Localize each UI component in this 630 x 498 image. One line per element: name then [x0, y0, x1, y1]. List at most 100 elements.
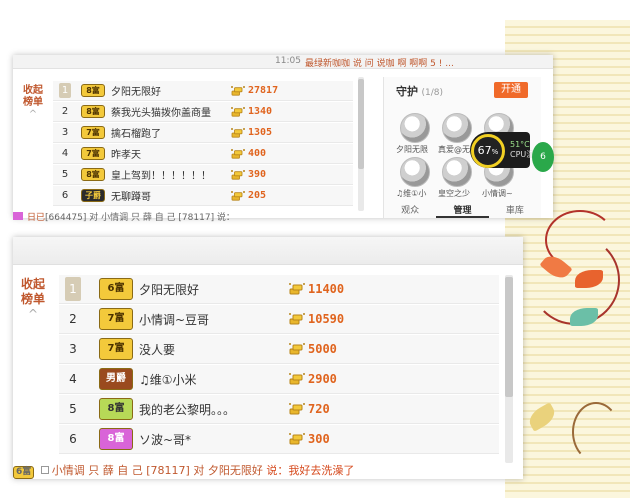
cpu-usage-gauge[interactable]: 67% [471, 134, 505, 168]
rank-amount: 390 [248, 169, 267, 180]
rank-amount: 27817 [248, 85, 279, 96]
decor-curl [572, 402, 620, 462]
chat-time: 11:05 [275, 56, 301, 66]
guard-tabs: 观众 管理 車库 [384, 204, 541, 218]
rank-badge: 8富 [99, 428, 133, 450]
rank-username[interactable]: 没人要 [139, 341, 289, 358]
rank-badge: 男爵 [99, 368, 133, 390]
chevron-up-icon: ^ [27, 307, 39, 321]
coin-icon [289, 343, 305, 355]
rank-number: 6 [69, 432, 77, 446]
rank-row[interactable]: 2 8富 蔡我光头猫拨你盖商量 1340 [53, 102, 353, 122]
rank-username[interactable]: 夕阳无限好 [139, 281, 289, 298]
tab-garage[interactable]: 車库 [489, 204, 541, 218]
guard-count: (1/8) [421, 88, 444, 98]
chat-line-text: 小情调 只 薛 自 己 [78117] 对 [51, 464, 205, 477]
coin-icon [231, 106, 245, 117]
rank-username[interactable]: 无聊蹲哥 [111, 188, 231, 203]
rank-badge: 7富 [81, 126, 105, 139]
coin-icon [231, 190, 245, 201]
rank-amount: 10590 [308, 312, 345, 326]
coin-icon [289, 403, 305, 415]
rank-number: 2 [61, 106, 69, 117]
rank-username[interactable]: 昨孝天 [111, 146, 231, 161]
rank-number: 1 [65, 277, 81, 301]
coin-icon [289, 433, 305, 445]
rank-badge: 7富 [99, 308, 133, 330]
rank-row[interactable]: 1 8富 夕阳无限好 27817 [53, 81, 353, 101]
collapse-list-button-2[interactable]: 收起 榜单 ^ [13, 277, 53, 322]
rank-row[interactable]: 3 7富 擒石榴跑了 1305 [53, 123, 353, 143]
coin-icon [289, 313, 305, 325]
rank-username[interactable]: ♫维①小米 [139, 371, 289, 388]
rank-row[interactable]: 6 8富 ソ波~哥* 300 [59, 425, 499, 454]
bottom-scrollbar-thumb[interactable] [505, 277, 513, 397]
collapse-label-2: 榜单 [23, 97, 43, 108]
collapse-label-1: 收起 [23, 85, 43, 96]
rank-amount: 5000 [308, 342, 337, 356]
guard-name-1: 夕阳无限 [396, 145, 428, 154]
rank-number: 5 [69, 402, 77, 416]
top-leaderboard-panel: 11:05 最绿新咖咖 说 问 说咖 啊 啊啊 5 ! ... 收起 榜单 ^ … [13, 55, 553, 223]
rank-amount: 2900 [308, 372, 337, 386]
guard-name-5: 皇空之少 [438, 189, 470, 198]
rank-number: 6 [61, 190, 69, 201]
rank-amount: 720 [308, 402, 330, 416]
rank-row[interactable]: 1 6富 夕阳无限好 11400 [59, 275, 499, 304]
cpu-percent: 67 [477, 144, 492, 157]
tab-audience[interactable]: 观众 [384, 204, 436, 218]
rank-amount: 400 [248, 148, 267, 159]
rank-number: 2 [69, 312, 77, 326]
bottom-chat-line: 6富 小情调 只 薛 自 己 [78117] 对 夕阳无限好 说：我好去洗澡了 [13, 462, 523, 479]
rank-number: 1 [59, 83, 71, 98]
rank-row[interactable]: 2 7富 小情调~豆哥 10590 [59, 305, 499, 334]
rank-amount: 205 [248, 190, 267, 201]
rank-row[interactable]: 6 子爵 无聊蹲哥 205 [53, 186, 353, 206]
chevron-up-icon: ^ [28, 109, 38, 120]
chat-line-say: 说：我好去洗澡了 [266, 464, 355, 477]
cpu-green-indicator: 6 [532, 142, 554, 172]
guard-title: 守护 (1/8) [396, 83, 443, 99]
rank-row[interactable]: 4 7富 昨孝天 400 [53, 144, 353, 164]
rank-amount: 1305 [248, 127, 273, 138]
bottom-scrollbar[interactable] [505, 275, 513, 463]
rank-username[interactable]: 小情调~豆哥 [139, 311, 289, 328]
chat-strip-top: 11:05 最绿新咖咖 说 问 说咖 啊 啊啊 5 ! ... [13, 55, 553, 69]
rank-badge: 6富 [99, 278, 133, 300]
rank-username[interactable]: 我的老公黎明。。。 [139, 401, 289, 418]
coin-icon [231, 148, 245, 159]
guard-name-4: ♫维①小 [396, 189, 427, 198]
rank-number: 4 [69, 372, 77, 386]
rank-row[interactable]: 5 8富 我的老公黎明。。。 720 [59, 395, 499, 424]
rank-username[interactable]: 擒石榴跑了 [111, 125, 231, 140]
rank-username[interactable]: ソ波~哥* [139, 431, 289, 448]
rank-row[interactable]: 5 8富 皇上驾到！！！！！！ 390 [53, 165, 353, 185]
collapse-list-button[interactable]: 收起 榜单 ^ [13, 85, 53, 121]
open-guard-button[interactable]: 开通 [494, 82, 528, 98]
cpu-label: CPU温 [510, 150, 535, 159]
cpu-unit: % [491, 148, 499, 156]
guard-avatar-2[interactable] [442, 113, 472, 143]
rank-username[interactable]: 夕阳无限好 [111, 83, 231, 98]
rank-row[interactable]: 4 男爵 ♫维①小米 2900 [59, 365, 499, 394]
rank-badge: 子爵 [81, 189, 105, 202]
rank-username[interactable]: 皇上驾到！！！！！！ [111, 167, 231, 182]
rank-row[interactable]: 3 7富 没人要 5000 [59, 335, 499, 364]
rank-badge: 7富 [99, 338, 133, 360]
rank-badge: 8富 [81, 105, 105, 118]
bottom-panel-header [13, 237, 523, 265]
guard-avatar-5[interactable] [442, 157, 472, 187]
chat-line-name: 夕阳无限好 [207, 464, 263, 477]
top-scrollbar[interactable] [358, 77, 364, 211]
top-scrollbar-thumb[interactable] [358, 79, 364, 169]
tab-manage[interactable]: 管理 [436, 204, 489, 218]
coin-icon [231, 169, 245, 180]
guard-avatar-4[interactable] [400, 157, 430, 187]
rank-username[interactable]: 蔡我光头猫拨你盖商量 [111, 104, 231, 119]
rank-badge: 8富 [81, 168, 105, 181]
guard-avatar-1[interactable] [400, 113, 430, 143]
cpu-temp-readout: 51°C CPU温 [510, 140, 534, 160]
rank-amount: 11400 [308, 282, 345, 296]
guard-name-2: 真爱@无 [438, 145, 470, 154]
rank-badge: 8富 [81, 84, 105, 97]
